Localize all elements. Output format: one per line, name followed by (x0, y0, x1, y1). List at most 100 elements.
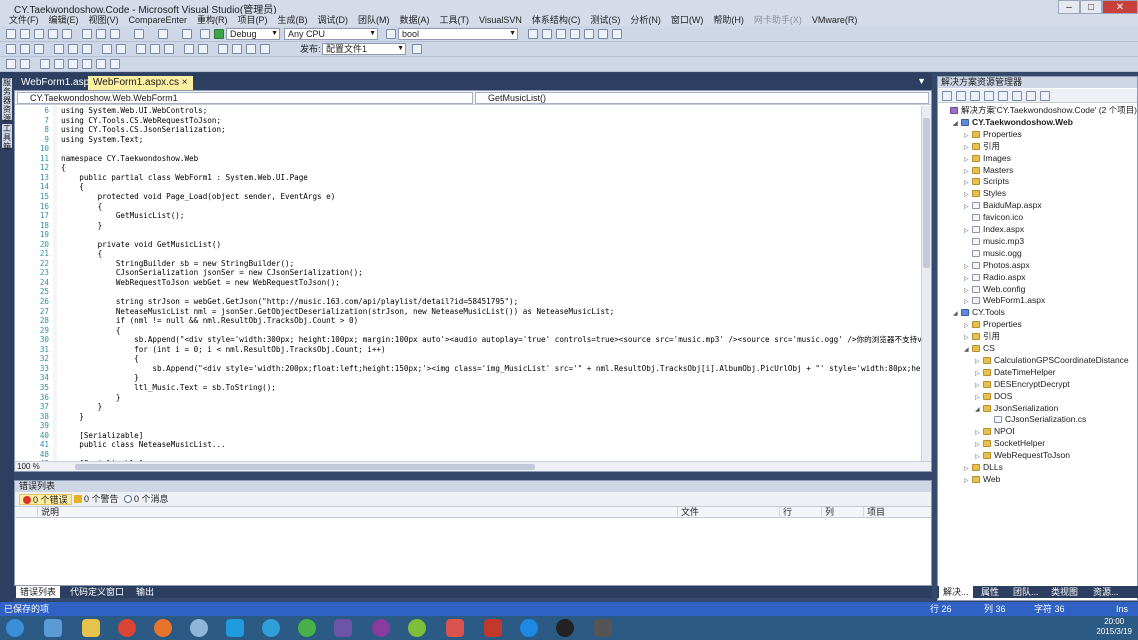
code-line[interactable]: 37 } (15, 402, 921, 412)
next-bookmark-icon[interactable] (260, 44, 270, 54)
add-item-icon[interactable] (20, 29, 30, 39)
code-text[interactable]: } (61, 412, 84, 422)
code-text[interactable]: { (61, 182, 84, 192)
svn-settings-icon[interactable] (110, 59, 120, 69)
code-text[interactable]: { (61, 202, 103, 212)
save-all-icon[interactable] (62, 29, 72, 39)
code-line[interactable]: 9 using System.Text; (15, 135, 921, 145)
code-line[interactable]: 35 ltl_Music.Text = sb.ToString(); (15, 383, 921, 393)
comment-icon[interactable] (218, 44, 228, 54)
tree-node[interactable]: ▷ Web.config (964, 283, 1025, 295)
tree-node[interactable]: ▷ SocketHelper (975, 437, 1045, 449)
align-center-icon[interactable] (20, 44, 30, 54)
svn-browser-icon[interactable] (96, 59, 106, 69)
code-text[interactable]: using System.Web.UI.WebControls; (61, 106, 207, 116)
code-line[interactable]: 18 } (15, 221, 921, 231)
menu-visualsvn[interactable]: VisualSVN (474, 14, 527, 26)
code-line[interactable]: 13 public partial class WebForm1 : Syste… (15, 173, 921, 183)
uncomment-icon[interactable] (232, 44, 242, 54)
code-line[interactable]: 24 WebRequestToJson webGet = new WebRequ… (15, 278, 921, 288)
explorer-icon[interactable] (44, 619, 62, 637)
messages-filter[interactable]: 0 个消息 (121, 494, 172, 505)
tree-node[interactable]: ▷ Index.aspx (964, 223, 1024, 235)
publish-profile-combo[interactable]: 配置文件1 ▼ (322, 43, 406, 55)
warnings-filter[interactable]: 0 个警告 (71, 494, 122, 505)
redo-icon[interactable] (158, 29, 168, 39)
code-line[interactable]: 26 string strJson = webGet.GetJson("http… (15, 297, 921, 307)
app-icon[interactable] (82, 619, 100, 637)
code-line[interactable]: 28 if (nml != null && nml.ResultObj.Trac… (15, 316, 921, 326)
col-file[interactable]: 文件 (677, 507, 779, 518)
toolbox-icon[interactable] (584, 29, 594, 39)
tree-node[interactable]: music.ogg (964, 247, 1022, 259)
code-line[interactable]: 21 { (15, 249, 921, 259)
code-text[interactable]: StringBuilder sb = new StringBuilder(); (61, 259, 294, 269)
code-line[interactable]: 30 sb.Append("<div style='width:300px; h… (15, 335, 921, 345)
code-text[interactable]: { (61, 163, 66, 173)
show-all-files-icon[interactable] (956, 91, 966, 101)
type-dropdown[interactable]: CY.Taekwondoshow.Web.WebForm1 (17, 92, 473, 104)
tree-node[interactable]: ▷ 引用 (964, 140, 1000, 152)
clock[interactable]: 20:00 2015/3/19 (1096, 617, 1132, 637)
code-line[interactable]: 32 { (15, 354, 921, 364)
menu-project[interactable]: 项目(P) (233, 14, 273, 26)
green-circle-icon[interactable] (408, 619, 426, 637)
code-text[interactable]: GetMusicList(); (61, 211, 185, 221)
tree-node[interactable]: ▷ DateTimeHelper (975, 366, 1056, 378)
nest-related-icon[interactable] (1012, 91, 1022, 101)
tree-node[interactable]: ▷ DESEncryptDecrypt (975, 378, 1070, 390)
platform-combo[interactable]: Any CPU ▼ (284, 28, 378, 40)
firefox-icon[interactable] (154, 619, 172, 637)
code-line[interactable]: 12 { (15, 163, 921, 173)
tab-dropdown-icon[interactable]: ▼ (917, 76, 926, 86)
tree-node[interactable]: ▷ DLLs (964, 461, 1003, 473)
code-text[interactable]: NeteaseMusicList nml = jsonSer.GetObject… (61, 307, 614, 317)
code-line[interactable]: 20 private void GetMusicList() (15, 240, 921, 250)
vertical-scrollbar[interactable] (921, 106, 931, 461)
red-app-icon[interactable] (446, 619, 464, 637)
menu-test[interactable]: 测试(S) (585, 14, 625, 26)
code-text[interactable]: for (int i = 0; i < nml.ResultObj.Tracks… (61, 345, 385, 355)
tree-node[interactable]: ▷ Photos.aspx (964, 259, 1030, 271)
align-middle-icon[interactable] (68, 44, 78, 54)
menu-window[interactable]: 窗口(W) (666, 14, 709, 26)
reader-icon[interactable] (484, 619, 502, 637)
find-in-files-icon[interactable] (528, 29, 538, 39)
tree-node[interactable]: ▷ WebForm1.aspx (964, 294, 1045, 306)
menu-view[interactable]: 视图(V) (84, 14, 124, 26)
tree-node[interactable]: ▷ BaiduMap.aspx (964, 199, 1042, 211)
code-line[interactable]: 16 { (15, 202, 921, 212)
expand-toggle-icon[interactable]: ◢ (953, 308, 961, 320)
tree-node[interactable]: ▷ Scripts (964, 175, 1009, 187)
publish-icon[interactable] (412, 44, 422, 54)
extension-manager-icon[interactable] (612, 29, 622, 39)
code-line[interactable]: 38 } (15, 412, 921, 422)
code-text[interactable]: } (61, 221, 103, 231)
code-text[interactable]: } (61, 402, 103, 412)
code-line[interactable]: 33 sb.Append("<div style='width:200px;fl… (15, 364, 921, 374)
code-text[interactable]: if (nml != null && nml.ResultObj.TracksO… (61, 316, 358, 326)
kugou-icon[interactable] (520, 619, 538, 637)
code-line[interactable]: 6 using System.Web.UI.WebControls; (15, 106, 921, 116)
close-button[interactable]: ✕ (1102, 0, 1138, 14)
tab-class-view[interactable]: 类视图 (1047, 586, 1082, 598)
tree-node[interactable]: ◢ JsonSerialization (975, 402, 1058, 414)
start-icon[interactable] (6, 619, 24, 637)
tab-solution[interactable]: 解决... (939, 586, 973, 598)
expand-toggle-icon[interactable]: ▷ (964, 475, 972, 487)
code-text[interactable]: CJsonSerialization jsonSer = new CJsonSe… (61, 268, 363, 278)
menu-netcard[interactable]: 网卡助手(X) (749, 14, 807, 26)
col-description[interactable]: 说明 (37, 507, 677, 518)
tree-node[interactable]: 解决方案'CY.Taekwondoshow.Code' (2 个项目) (942, 104, 1137, 116)
make-same-width-icon[interactable] (102, 44, 112, 54)
feather-app-icon[interactable] (226, 619, 244, 637)
tab-output[interactable]: 输出 (132, 586, 158, 598)
expand-toggle-icon[interactable]: ◢ (964, 344, 972, 356)
code-text[interactable]: using System.Text; (61, 135, 143, 145)
tree-node[interactable]: ◢ CS (964, 342, 995, 354)
menu-architecture[interactable]: 体系结构(C) (527, 14, 586, 26)
code-text[interactable]: public partial class WebForm1 : System.W… (61, 173, 308, 183)
code-line[interactable]: 34 } (15, 373, 921, 383)
view-code-icon[interactable] (984, 91, 994, 101)
tree-node[interactable]: CJsonSerialization.cs (986, 413, 1086, 425)
